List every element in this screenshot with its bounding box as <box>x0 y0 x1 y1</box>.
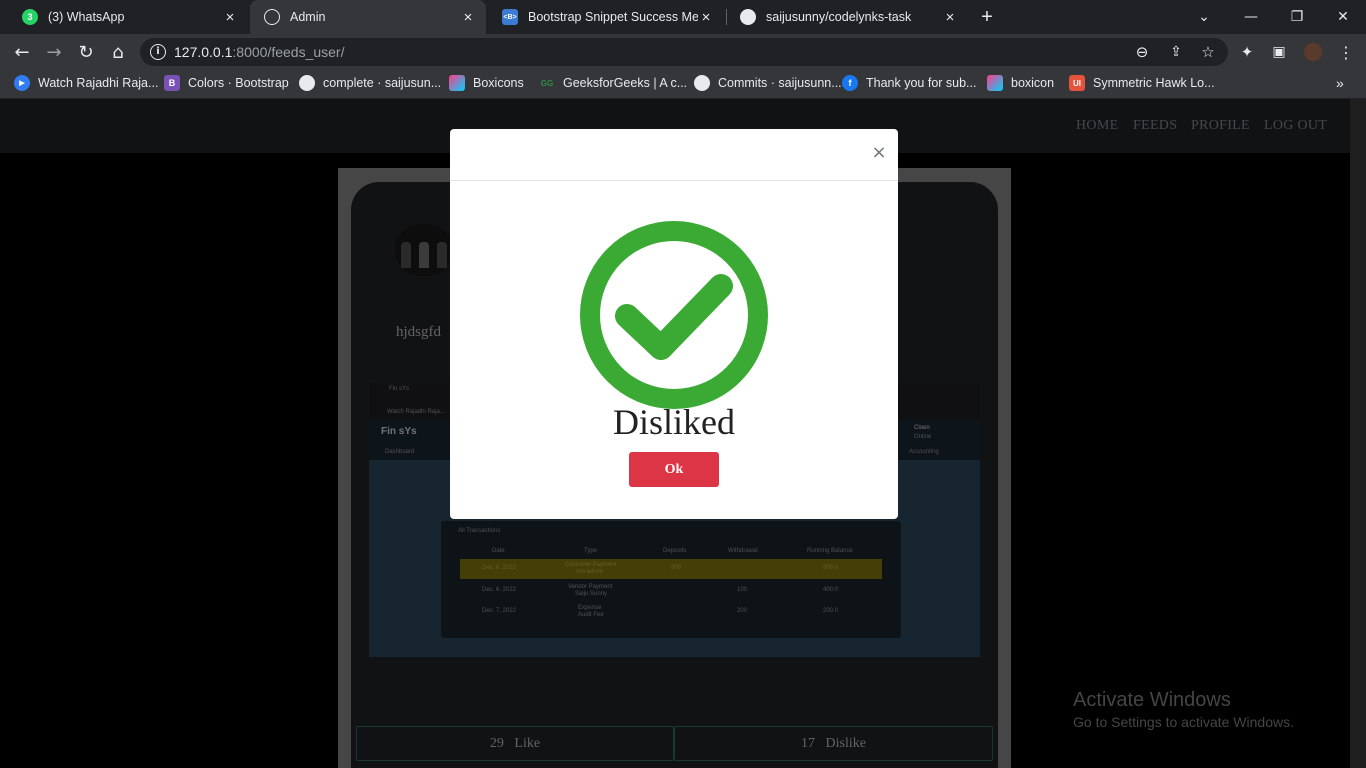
bookmark-star-icon[interactable]: ☆ <box>1196 40 1220 64</box>
bookmark-item[interactable]: GG GeeksforGeeks | A c... <box>539 75 687 91</box>
tab-bootstrap-snippet[interactable]: <B> Bootstrap Snippet Success Messa × <box>488 0 724 34</box>
bookmark-label: Colors · Bootstrap <box>188 76 289 90</box>
close-tab-icon[interactable]: × <box>460 9 476 26</box>
bookmarks-bar: ▶ Watch Rajadhi Raja... B Colors · Bootstr… <box>0 70 1366 99</box>
github-icon <box>740 9 756 25</box>
whatsapp-icon: 3 <box>22 9 38 25</box>
bookmark-item[interactable]: B Colors · Bootstrap <box>164 75 289 91</box>
site-info-icon[interactable]: i <box>150 44 166 60</box>
home-icon[interactable]: ⌂ <box>106 40 130 64</box>
boxicons-icon <box>449 75 465 91</box>
bookmark-label: Commits · saijusunn... <box>718 76 842 90</box>
facebook-icon: f <box>842 75 858 91</box>
bookmark-label: boxicon <box>1011 76 1055 90</box>
ok-button[interactable]: Ok <box>629 452 719 487</box>
modal-message: Disliked <box>613 402 735 442</box>
gfg-icon: GG <box>540 78 554 88</box>
page-scrollbar[interactable] <box>1350 99 1366 768</box>
url-host: 127.0.0.1 <box>174 44 233 60</box>
tab-title: Bootstrap Snippet Success Messa <box>528 10 698 24</box>
boxicons-icon <box>987 75 1003 91</box>
close-tab-icon[interactable]: × <box>942 9 958 26</box>
sidebar-icon[interactable]: ▣ <box>1267 40 1291 64</box>
tab-github[interactable]: saijusunny/codelynks-task × <box>726 0 968 34</box>
play-icon: ▶ <box>14 75 30 91</box>
bookmark-item[interactable]: Boxicons <box>449 75 524 91</box>
github-icon <box>694 75 710 91</box>
restore-button[interactable]: ❐ <box>1274 0 1320 34</box>
bookmark-label: Boxicons <box>473 76 524 90</box>
browser-tab-strip: 3 (3) WhatsApp × Admin × <B> Bootstrap S… <box>0 0 1366 34</box>
bookmark-item[interactable]: f Thank you for sub... <box>842 75 976 91</box>
more-bookmarks-icon[interactable]: » <box>1336 75 1344 91</box>
new-tab-button[interactable]: + <box>972 0 1002 34</box>
close-window-button[interactable]: ✕ <box>1320 0 1366 34</box>
share-icon[interactable]: ⇪ <box>1164 40 1188 64</box>
bookmark-label: Thank you for sub... <box>866 76 977 90</box>
github-icon <box>299 75 315 91</box>
tab-title: (3) WhatsApp <box>48 10 125 24</box>
zoom-icon[interactable]: ⊖ <box>1130 40 1154 64</box>
tab-title: Admin <box>290 10 326 24</box>
close-icon[interactable]: × <box>869 143 889 163</box>
bookmark-item[interactable]: Commits · saijusunn... <box>694 75 842 91</box>
bootstrap-icon: B <box>164 75 180 91</box>
bookmark-item[interactable]: ▶ Watch Rajadhi Raja... <box>14 75 158 91</box>
bookmark-label: Symmetric Hawk Lo... <box>1093 76 1215 90</box>
tab-title: saijusunny/codelynks-task <box>766 10 912 24</box>
url-path: :8000/feeds_user/ <box>232 44 345 60</box>
tab-search-icon[interactable]: ⌄ <box>1181 0 1227 34</box>
globe-icon <box>264 9 280 25</box>
menu-icon[interactable]: ⋮ <box>1334 40 1358 64</box>
tab-whatsapp[interactable]: 3 (3) WhatsApp × <box>8 0 248 34</box>
tab-admin[interactable]: Admin × <box>250 0 486 34</box>
modal-header: × <box>450 129 898 181</box>
ui-icon: UI <box>1069 75 1085 91</box>
address-bar[interactable]: i 127.0.0.1:8000/feeds_user/ ⊖ ⇪ ☆ <box>140 38 1228 66</box>
bookmark-item[interactable]: UI Symmetric Hawk Lo... <box>1069 75 1215 91</box>
bookmark-item[interactable]: complete · saijusun... <box>299 75 441 91</box>
bootstrap-snippet-icon: <B> <box>502 9 518 25</box>
reload-icon[interactable]: ↻ <box>74 40 98 64</box>
bookmark-label: GeeksforGeeks | A c... <box>563 76 688 90</box>
success-modal: × Disliked Ok <box>450 129 898 519</box>
profile-avatar[interactable] <box>1301 40 1325 64</box>
close-tab-icon[interactable]: × <box>698 9 714 26</box>
url-text: 127.0.0.1:8000/feeds_user/ <box>174 44 344 60</box>
check-circle-icon <box>580 221 768 409</box>
bookmark-label: Watch Rajadhi Raja... <box>38 76 159 90</box>
close-tab-icon[interactable]: × <box>222 9 238 26</box>
minimize-button[interactable]: — <box>1228 0 1274 34</box>
back-icon[interactable]: ← <box>10 40 34 64</box>
bookmark-item[interactable]: boxicon <box>987 75 1054 91</box>
forward-icon[interactable]: → <box>42 40 66 64</box>
extensions-icon[interactable]: ✦ <box>1235 40 1259 64</box>
bookmark-label: complete · saijusun... <box>323 76 442 90</box>
